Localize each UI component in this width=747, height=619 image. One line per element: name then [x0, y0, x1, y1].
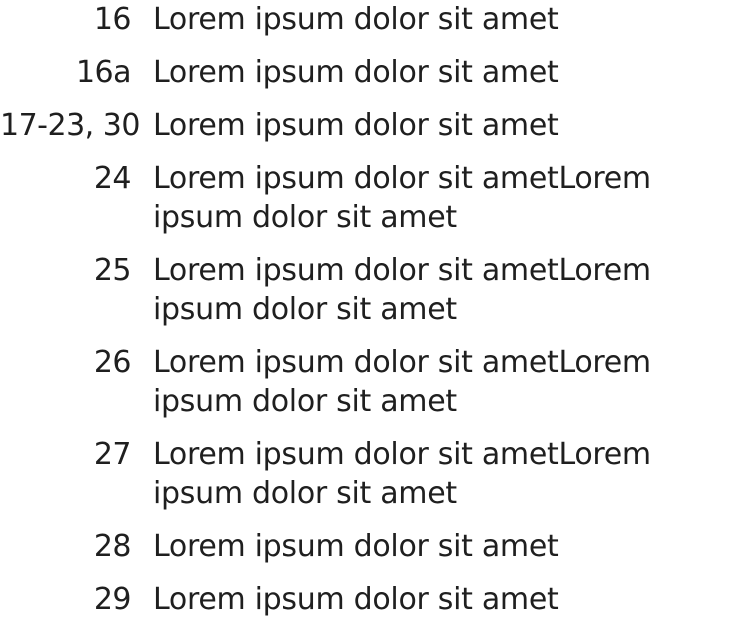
- item-text: Lorem ipsum dolor sit amet: [153, 108, 559, 143]
- list-item: 16 Lorem ipsum dolor sit amet: [0, 0, 713, 39]
- item-number: 29: [93, 582, 132, 617]
- item-number: 28: [93, 529, 132, 564]
- item-number: 27: [93, 437, 132, 472]
- item-number: 16a: [75, 55, 132, 90]
- item-text: Lorem ipsum dolor sit ametLorem ipsum do…: [153, 161, 651, 235]
- item-text: Lorem ipsum dolor sit ametLorem ipsum do…: [153, 345, 651, 419]
- list-item: 28 Lorem ipsum dolor sit amet: [0, 527, 713, 566]
- item-number: 26: [93, 345, 132, 380]
- list-item: 29 Lorem ipsum dolor sit amet: [0, 580, 713, 619]
- item-text: Lorem ipsum dolor sit amet: [153, 55, 559, 90]
- list-item: 27 Lorem ipsum dolor sit ametLorem ipsum…: [0, 435, 713, 513]
- list-item: 16a Lorem ipsum dolor sit amet: [0, 53, 713, 92]
- item-text: Lorem ipsum dolor sit ametLorem ipsum do…: [153, 437, 651, 511]
- item-number: 17-23, 30: [0, 108, 140, 143]
- item-number: 24: [93, 161, 132, 196]
- list-item: 24 Lorem ipsum dolor sit ametLorem ipsum…: [0, 159, 713, 237]
- list-item: 17-23, 30 Lorem ipsum dolor sit amet: [0, 106, 713, 145]
- list-item: 26 Lorem ipsum dolor sit ametLorem ipsum…: [0, 343, 713, 421]
- item-number: 16: [93, 2, 132, 37]
- item-number: 25: [93, 253, 132, 288]
- item-text: Lorem ipsum dolor sit amet: [153, 582, 559, 617]
- item-text: Lorem ipsum dolor sit amet: [153, 2, 559, 37]
- list-item: 25 Lorem ipsum dolor sit ametLorem ipsum…: [0, 251, 713, 329]
- item-text: Lorem ipsum dolor sit ametLorem ipsum do…: [153, 253, 651, 327]
- item-text: Lorem ipsum dolor sit amet: [153, 529, 559, 564]
